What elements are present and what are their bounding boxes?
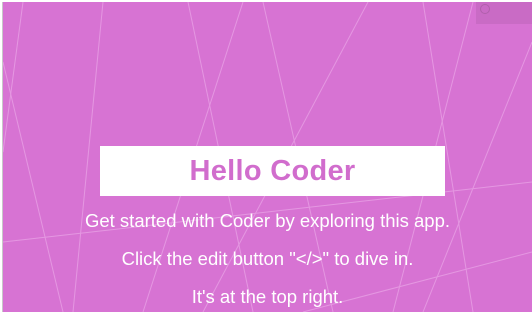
title-banner: Hello Coder [100, 146, 445, 196]
intro-line-2: Click the edit button "</>" to dive in. [121, 248, 414, 269]
edit-button[interactable] [476, 2, 532, 24]
intro-line-3: It's at the top right. [191, 286, 344, 307]
edit-icon [480, 4, 490, 14]
intro-line-1: Get started with Coder by exploring this… [84, 210, 451, 231]
app-canvas: Hello Coder Get started with Coder by ex… [2, 2, 532, 312]
page-title: Hello Coder [189, 154, 356, 187]
